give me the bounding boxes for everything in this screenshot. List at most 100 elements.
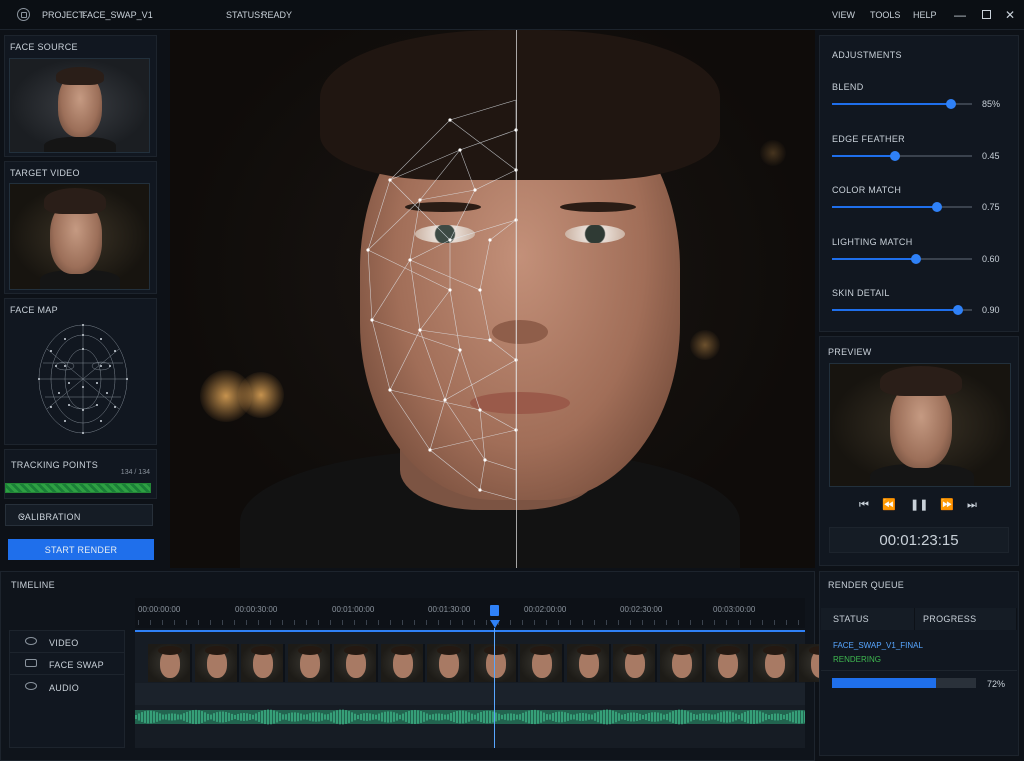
ruler-tick [162,620,163,625]
face-source-panel: FACE SOURCE [4,35,157,157]
video-frame-thumbnail[interactable] [241,644,285,682]
ruler-tick [762,620,763,625]
video-frame-thumbnail[interactable] [380,644,425,682]
render-job-status: RENDERING [833,655,882,664]
face-map-panel: FACE MAP [4,298,157,445]
ruler-tick [438,620,439,625]
render-progress-fill [832,678,936,688]
ruler-tick [654,620,655,625]
ruler-tick [558,620,559,625]
ruler-label: 00:03:00:00 [713,605,756,614]
video-frame-thumbnail[interactable] [752,644,797,682]
track-face-swap-label: FACE SWAP [49,660,104,670]
project-label: PROJECT: [42,10,86,20]
track-audio-label: AUDIO [49,683,80,693]
app-logo-icon [17,8,30,21]
slider-track[interactable] [832,150,972,161]
skip-back-icon[interactable]: ⏮ [855,497,873,513]
track-face-swap[interactable]: FACE SWAP [9,653,125,675]
tracking-progress-bar [5,483,151,493]
video-frame-thumbnail[interactable] [427,644,471,682]
ruler-tick [186,620,187,625]
track-audio[interactable]: AUDIO [9,676,125,698]
rewind-icon[interactable]: ⏪ [880,497,898,513]
ruler-label: 00:00:00:00 [138,605,181,614]
slider-handle[interactable] [911,253,921,264]
eye-icon[interactable] [25,682,37,690]
video-frame-thumbnail[interactable] [473,644,518,682]
ruler-tick [594,620,595,625]
ruler-tick [522,620,523,625]
ruler-label: 00:01:30:00 [428,605,471,614]
audio-waveform[interactable] [135,700,805,734]
slider-track[interactable] [832,305,972,315]
slider-value: 0.60 [982,253,1000,264]
split-divider[interactable] [516,30,517,568]
ruler-tick [462,620,463,625]
video-frame-thumbnail[interactable] [148,644,192,682]
target-video-thumbnail[interactable] [9,183,150,290]
ruler-tick [678,620,679,625]
pause-icon[interactable]: ❚❚ [910,497,928,513]
ruler-tick [450,620,451,625]
track-video[interactable]: VIDEO [9,631,125,653]
video-frame-thumbnail[interactable] [287,644,332,682]
ruler-tick [702,620,703,625]
face-swap-icon[interactable] [25,659,37,667]
minimize-icon[interactable]: — [953,8,967,22]
slider-track[interactable] [832,202,972,212]
slider-handle[interactable] [890,150,900,161]
ruler-tick [642,620,643,625]
ruler-tick [390,620,391,625]
ruler-tick [570,620,571,625]
preview-title: PREVIEW [828,347,872,357]
slider-handle[interactable] [953,305,963,315]
maximize-icon[interactable] [979,8,993,22]
slider-handle[interactable] [946,99,956,109]
fast-forward-icon[interactable]: ⏩ [938,497,956,513]
adjustments-panel: ADJUSTMENTS BLEND 85% EDGE FEATHER 0.45 COLO… [819,35,1019,332]
video-frame-thumbnail[interactable] [613,644,657,682]
ruler-tick [198,620,199,625]
video-frame-thumbnail[interactable] [566,644,611,682]
video-frame-thumbnail[interactable] [520,644,564,682]
slider-track[interactable] [832,99,972,109]
render-progress-label: 72% [987,679,1006,689]
main-viewport[interactable] [170,30,815,568]
playhead-marker-icon[interactable] [490,605,499,616]
calibration-dropdown[interactable]: CALIBRATION ⌄ [5,504,153,526]
ruler-tick [174,620,175,625]
video-frame-thumbnail[interactable] [194,644,239,682]
ruler-tick [426,620,427,625]
column-progress[interactable]: PROGRESS [915,608,1017,630]
face-map-title: FACE MAP [10,305,58,315]
ruler-tick [486,620,487,625]
ruler-tick [414,620,415,625]
ruler-tick [630,620,631,625]
column-status[interactable]: STATUS [821,608,915,630]
slider-track[interactable] [832,253,972,264]
slider-handle[interactable] [932,202,942,212]
face-source-thumbnail[interactable] [9,58,150,153]
close-icon[interactable]: ✕ [1003,8,1017,22]
preview-thumbnail[interactable] [829,363,1011,487]
track-video-label: VIDEO [49,638,79,648]
video-frame-thumbnail[interactable] [706,644,750,682]
video-frame-thumbnail[interactable] [334,644,378,682]
eye-icon[interactable] [25,637,37,645]
playhead-line[interactable] [494,628,495,748]
render-job-row[interactable]: FACE_SWAP_V1_FINAL RENDERING [821,631,1017,671]
menu-help[interactable]: HELP [913,10,937,20]
ruler-tick [234,620,235,625]
playhead-arrow-icon[interactable] [490,620,500,628]
menu-tools[interactable]: TOOLS [870,10,900,20]
start-render-button[interactable]: START RENDER [8,539,154,560]
menu-view[interactable]: VIEW [832,10,855,20]
skip-forward-icon[interactable]: ⏭ [963,497,981,513]
ruler-tick [294,620,295,625]
title-bar: PROJECT: FACE_SWAP_V1 STATUS: READY VIEW… [0,0,1024,30]
face-source-title: FACE SOURCE [10,42,78,52]
slider-value: 0.75 [982,202,1000,212]
render-job-name: FACE_SWAP_V1_FINAL [833,641,923,650]
video-frame-thumbnail[interactable] [659,644,704,682]
